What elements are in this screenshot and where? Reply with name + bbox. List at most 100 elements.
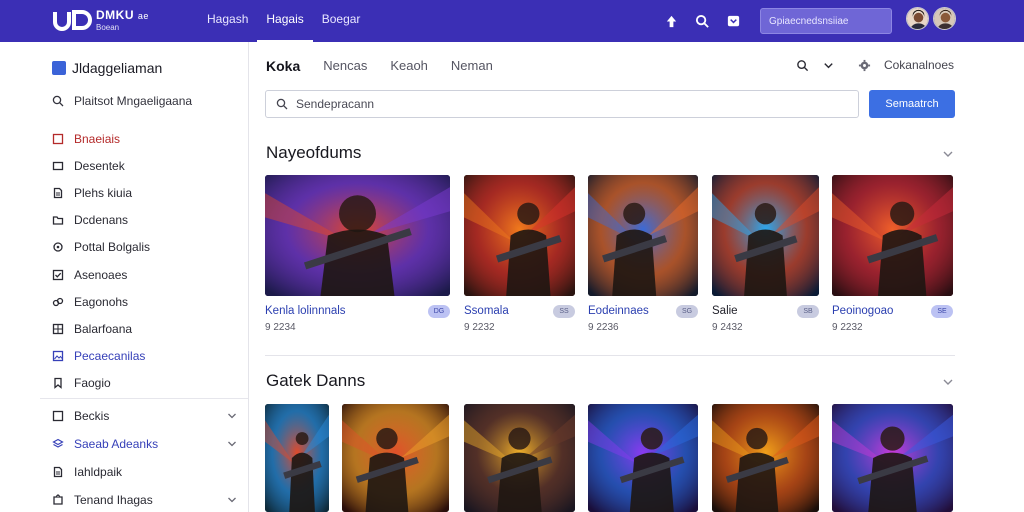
tab-2[interactable]: Nencas	[323, 58, 367, 74]
top-search-input[interactable]	[760, 8, 892, 34]
image-icon	[52, 350, 64, 362]
search-icon[interactable]	[691, 10, 713, 32]
user-avatars	[902, 7, 956, 30]
game-cover-image[interactable]	[588, 404, 698, 512]
game-card[interactable]: Salie SB 9 2432	[712, 175, 819, 333]
tab-4[interactable]: Neman	[451, 58, 493, 74]
game-badge: SB	[797, 305, 819, 318]
sidebar-item[interactable]: Balarfoana	[52, 315, 237, 342]
sidebar-item[interactable]: Bnaeiais	[52, 125, 237, 152]
topnav-item-2[interactable]: Hagais	[257, 0, 314, 42]
square-outline-icon	[52, 133, 64, 145]
search-button[interactable]: Semaatrch	[869, 90, 955, 118]
sidebar-group[interactable]: Saeab Adeanks	[52, 430, 237, 458]
sidebar-item[interactable]: Pottal Bolgalis	[52, 234, 237, 261]
sidebar-item[interactable]: Dcdenans	[52, 207, 237, 234]
sidebar-item-label: Pottal Bolgalis	[74, 240, 151, 255]
game-meta: 9 2232	[464, 322, 495, 333]
game-card[interactable]: Eodeinnaes SG 9 2236	[588, 175, 698, 333]
sidebar-item[interactable]: Eagonohs	[52, 288, 237, 315]
sidebar-item[interactable]: Asenoaes	[52, 261, 237, 288]
tab-3[interactable]: Keaoh	[390, 58, 428, 74]
game-cards	[265, 404, 955, 512]
sidebar-list: Bnaeiais Desentek Plehs kiuia Dcdenans Potta…	[52, 125, 237, 397]
game-card[interactable]: Kenla lolinnnals DG 9 2234	[265, 175, 450, 333]
chevron-down-icon[interactable]	[942, 376, 954, 388]
sidebar-group[interactable]: Tenand Ihagas	[52, 486, 237, 512]
game-cover-image[interactable]	[265, 404, 329, 512]
game-cover-image[interactable]	[832, 175, 953, 296]
brand-square-icon	[52, 61, 66, 75]
checkbox-icon	[52, 269, 64, 281]
gear-icon	[52, 241, 64, 253]
bookmark-icon	[52, 377, 64, 390]
sidebar-brand[interactable]: Jldaggeliaman	[52, 60, 162, 76]
game-card[interactable]: Ssomala SS 9 2232	[464, 175, 575, 333]
sidebar-search[interactable]: Plaitsot Mngaeligaana	[52, 94, 192, 108]
game-cover-image[interactable]	[464, 175, 575, 296]
logo-mark-icon	[53, 10, 92, 31]
game-cover-image[interactable]	[464, 404, 575, 512]
game-cover-image[interactable]	[342, 404, 449, 512]
message-icon[interactable]	[722, 10, 744, 32]
main-search-box[interactable]	[265, 90, 859, 118]
tab-1[interactable]: Koka	[266, 58, 300, 74]
game-title[interactable]: Peoinogoao	[832, 305, 893, 317]
chevron-down-icon[interactable]	[942, 148, 954, 160]
main-search-row: Semaatrch	[265, 90, 955, 118]
sidebar-item-label: Desentek	[74, 158, 125, 173]
upload-icon[interactable]	[660, 10, 682, 32]
game-cover-image[interactable]	[712, 404, 819, 512]
game-meta: 9 2232	[832, 322, 863, 333]
game-card[interactable]: Peoinogoao SE 9 2232	[832, 175, 953, 333]
sidebar: Jldaggeliaman Plaitsot Mngaeligaana Bnae…	[0, 42, 249, 512]
app-logo[interactable]: DMKU ae Boean	[52, 8, 192, 34]
game-title[interactable]: Salie	[712, 305, 738, 317]
link-icon	[52, 296, 64, 308]
main-tools: Cokanalnoes	[784, 58, 954, 72]
chevron-down-icon[interactable]	[227, 495, 237, 505]
game-cover-image[interactable]	[712, 175, 819, 296]
puzzle-icon	[52, 494, 64, 506]
sidebar-item[interactable]: Pecaecanilas	[52, 343, 237, 370]
sidebar-group[interactable]: Beckis	[52, 402, 237, 430]
chevron-down-icon[interactable]	[227, 439, 237, 449]
game-badge: SS	[553, 305, 575, 318]
main-search-input[interactable]	[296, 97, 836, 111]
layers-icon	[52, 438, 64, 450]
avatar[interactable]	[906, 7, 929, 30]
avatar[interactable]	[933, 7, 956, 30]
topnav-item-3[interactable]: Boegar	[313, 0, 370, 42]
game-title[interactable]: Eodeinnaes	[588, 305, 649, 317]
document-icon	[52, 187, 64, 199]
sidebar-item[interactable]: Plehs kiuia	[52, 179, 237, 206]
sidebar-item-label: Pecaecanilas	[74, 349, 146, 364]
game-meta: 9 2432	[712, 322, 743, 333]
game-title[interactable]: Kenla lolinnnals	[265, 305, 346, 317]
chevron-down-icon[interactable]	[227, 411, 237, 421]
chevron-down-icon[interactable]	[822, 58, 836, 72]
sidebar-item-label: Faogio	[74, 376, 111, 391]
search-icon[interactable]	[796, 58, 810, 72]
game-cover-image[interactable]	[832, 404, 953, 512]
sidebar-item[interactable]: Faogio	[52, 370, 237, 397]
game-cover-image[interactable]	[588, 175, 698, 296]
gear-icon[interactable]	[858, 58, 872, 72]
game-title[interactable]: Ssomala	[464, 305, 509, 317]
game-badge: SG	[676, 305, 698, 318]
featured-cards: Kenla lolinnnals DG 9 2234 Ssomala SS 9 2232 E…	[265, 175, 955, 333]
sidebar-item[interactable]: Desentek	[52, 152, 237, 179]
sidebar-item-label: Eagonohs	[74, 294, 129, 309]
section-title-2: Gatek Danns	[266, 371, 366, 390]
game-meta: 9 2236	[588, 322, 619, 333]
game-cover-image[interactable]	[265, 175, 450, 296]
game-badge: SE	[931, 305, 953, 318]
logo-name: DMKU ae	[96, 7, 149, 22]
section-divider	[265, 355, 955, 356]
tools-label[interactable]: Cokanalnoes	[884, 58, 954, 72]
sidebar-group-label: Beckis	[74, 409, 110, 423]
sidebar-group[interactable]: Iahldpaik	[52, 458, 237, 486]
sidebar-item-label: Plehs kiuia	[74, 185, 133, 200]
top-actions	[651, 0, 892, 42]
topnav-item-1[interactable]: Hagash	[198, 0, 257, 42]
